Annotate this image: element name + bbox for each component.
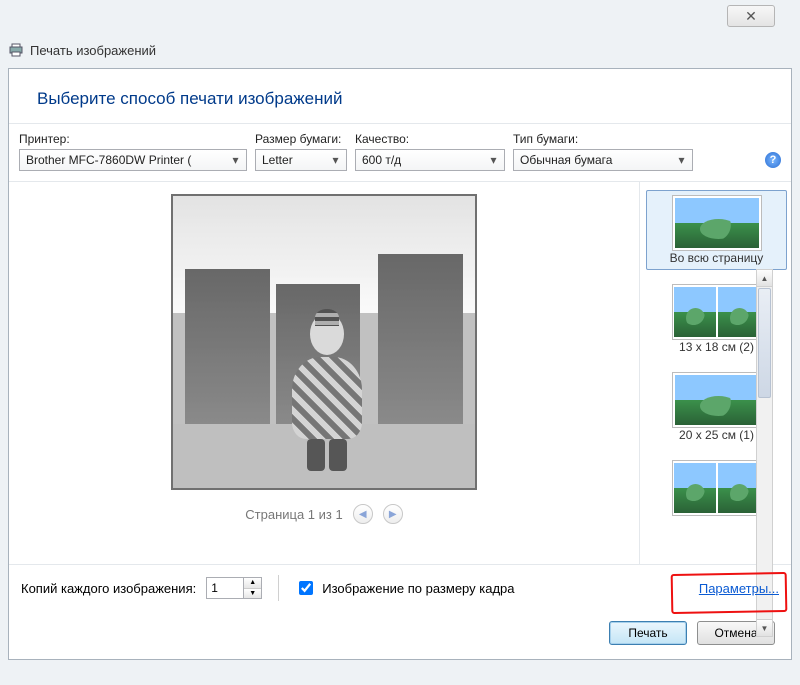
- preview-frame: [171, 194, 477, 490]
- layout-label: 13 x 18 см (2): [679, 340, 754, 354]
- action-row: Печать Отмена: [9, 611, 791, 659]
- paper-type-label: Тип бумаги:: [513, 132, 693, 146]
- pager-text: Страница 1 из 1: [245, 507, 342, 522]
- scroll-thumb[interactable]: [758, 288, 771, 398]
- pager: Страница 1 из 1 ◀ ▶: [245, 504, 402, 524]
- preview-pane: Страница 1 из 1 ◀ ▶: [9, 182, 639, 564]
- bottom-row: Копий каждого изображения: ▲ ▼ Изображен…: [9, 565, 791, 611]
- copies-input[interactable]: [207, 578, 243, 598]
- quality-label: Качество:: [355, 132, 505, 146]
- layout-thumb: [672, 460, 762, 516]
- chevron-down-icon: ▾: [674, 151, 689, 169]
- layout-label: Во всю страницу: [670, 251, 764, 265]
- fit-checkbox[interactable]: [299, 581, 313, 595]
- print-button[interactable]: Печать: [609, 621, 687, 645]
- chevron-down-icon: ▾: [328, 151, 343, 169]
- printer-label: Принтер:: [19, 132, 247, 146]
- paper-size-combo[interactable]: Letter ▾: [255, 149, 347, 171]
- print-controls-row: Принтер: Brother MFC-7860DW Printer ( ▾ …: [9, 124, 791, 182]
- instruction-heading: Выберите способ печати изображений: [9, 69, 791, 123]
- quality-value: 600 т/д: [362, 153, 401, 167]
- help-icon[interactable]: ?: [765, 152, 781, 168]
- paper-size-label: Размер бумаги:: [255, 132, 347, 146]
- scroll-up-button[interactable]: ▲: [757, 270, 772, 287]
- paper-type-combo[interactable]: Обычная бумага ▾: [513, 149, 693, 171]
- paper-type-value: Обычная бумага: [520, 153, 612, 167]
- copies-label: Копий каждого изображения:: [21, 581, 196, 596]
- layout-thumb: [672, 284, 762, 340]
- printer-value: Brother MFC-7860DW Printer (: [26, 153, 191, 167]
- chevron-down-icon: ▾: [228, 151, 243, 169]
- copies-spinner[interactable]: ▲ ▼: [206, 577, 262, 599]
- layout-thumb: [672, 372, 762, 428]
- layout-label: 20 x 25 см (1): [679, 428, 754, 442]
- copies-up-button[interactable]: ▲: [244, 578, 261, 589]
- quality-combo[interactable]: 600 т/д ▾: [355, 149, 505, 171]
- window-close-button[interactable]: ✕: [727, 5, 775, 27]
- chevron-down-icon: ▾: [486, 151, 501, 169]
- fit-checkbox-group[interactable]: Изображение по размеру кадра: [295, 578, 514, 598]
- main-area: Страница 1 из 1 ◀ ▶ Во всю страницу 13 x…: [9, 182, 791, 565]
- prev-page-button[interactable]: ◀: [353, 504, 373, 524]
- window-titlebar: Печать изображений: [8, 42, 156, 58]
- window-title: Печать изображений: [30, 43, 156, 58]
- printer-combo[interactable]: Brother MFC-7860DW Printer ( ▾: [19, 149, 247, 171]
- printer-icon: [8, 42, 24, 58]
- options-link[interactable]: Параметры...: [699, 581, 779, 596]
- print-dialog: Выберите способ печати изображений Принт…: [8, 68, 792, 660]
- fit-label: Изображение по размеру кадра: [322, 581, 514, 596]
- layout-full-page[interactable]: Во всю страницу: [646, 190, 787, 270]
- copies-down-button[interactable]: ▼: [244, 589, 261, 599]
- layout-thumb: [672, 195, 762, 251]
- divider: [278, 575, 279, 601]
- paper-size-value: Letter: [262, 153, 293, 167]
- scroll-down-button[interactable]: ▼: [757, 619, 772, 636]
- next-page-button[interactable]: ▶: [383, 504, 403, 524]
- preview-image: [173, 196, 475, 488]
